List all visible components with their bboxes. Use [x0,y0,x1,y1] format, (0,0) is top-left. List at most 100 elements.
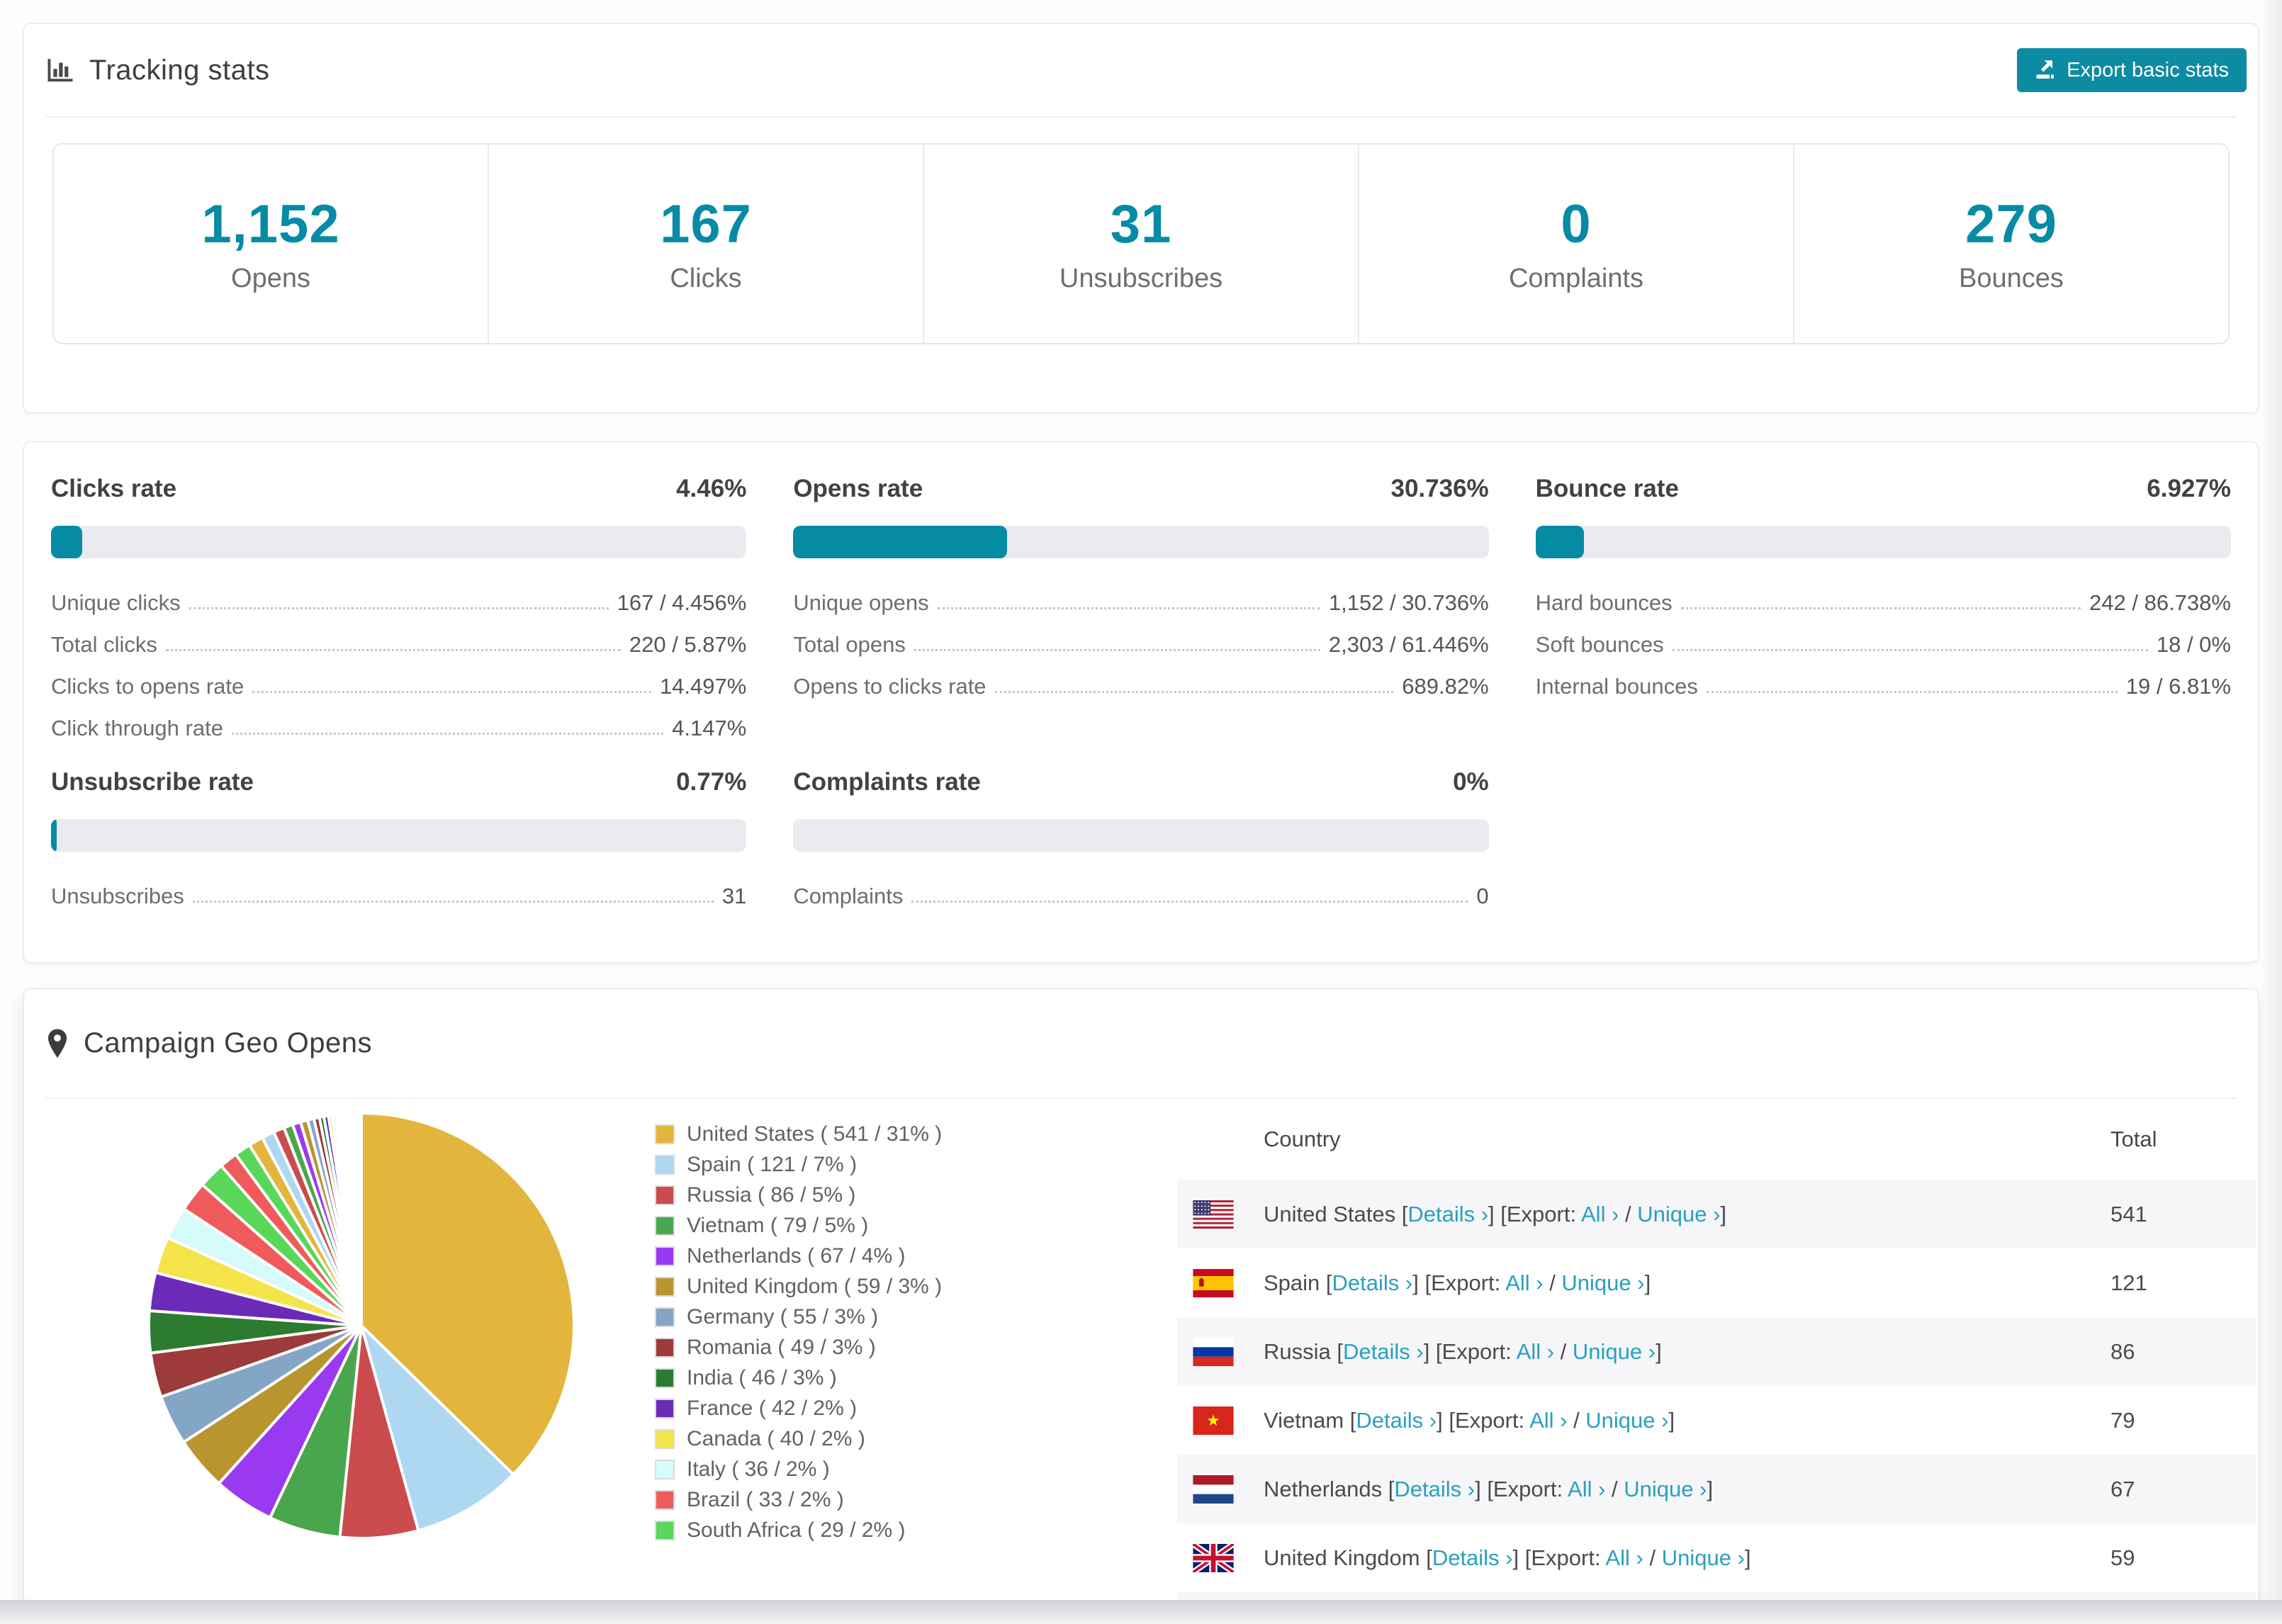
geo-table-rows: United States [Details ›] [Export: All ›… [1177,1180,2256,1604]
geo-table-row: Russia [Details ›] [Export: All › / Uniq… [1177,1317,2256,1386]
legend-item[interactable]: Italy ( 36 / 2% ) [655,1454,942,1484]
export-all-link[interactable]: All › [1605,1545,1643,1570]
geo-opens-pie-chart [147,1111,575,1540]
rate-detail-value: 19 / 6.81% [2125,674,2231,699]
page-bottom-gutter [0,1600,2282,1624]
dotted-leader [994,691,1394,693]
dotted-leader [231,733,664,735]
rate-title: Clicks rate [51,475,177,502]
legend-item[interactable]: Russia ( 86 / 5% ) [655,1180,942,1210]
rate-detail-value: 31 [721,884,747,908]
geo-table-row: United Kingdom [Details ›] [Export: All … [1177,1523,2256,1592]
details-link[interactable]: Details › [1407,1202,1488,1227]
total-column-header: Total [2110,1127,2157,1151]
summary-stat: 167 Clicks [488,145,923,343]
details-link[interactable]: Details › [1356,1408,1437,1433]
rate-detail-value: 220 / 5.87% [629,632,747,657]
legend-item[interactable]: India ( 46 / 3% ) [655,1363,942,1393]
legend-item[interactable]: Brazil ( 33 / 2% ) [655,1484,942,1515]
legend-item[interactable]: United States ( 541 / 31% ) [655,1119,942,1149]
geo-row-total: 121 [2110,1270,2147,1295]
legend-label: United States ( 541 / 31% ) [687,1122,943,1146]
rate-detail-label: Clicks to opens rate [51,674,244,699]
legend-item[interactable]: Germany ( 55 / 3% ) [655,1302,942,1332]
export-all-link[interactable]: All › [1517,1339,1554,1364]
details-link[interactable]: Details › [1332,1270,1413,1295]
export-all-link[interactable]: All › [1581,1202,1619,1227]
details-link[interactable]: Details › [1394,1477,1475,1501]
rate-detail-value: 2,303 / 61.446% [1328,632,1489,657]
export-unique-link[interactable]: Unique › [1561,1270,1644,1295]
rate-detail-line: Soft bounces 18 / 0% [1536,624,2231,666]
legend-label: Russia ( 86 / 5% ) [687,1183,856,1207]
rate-value: 0.77% [676,768,747,796]
summary-stat: 1,152 Opens [54,145,488,343]
tracking-stats-header: Tracking stats Export basic stats [45,24,2247,118]
progress-bar-fill [51,819,57,852]
rate-detail-lines: Unique clicks 167 / 4.456% Total clicks 220… [51,582,746,750]
details-link[interactable]: Details › [1432,1545,1513,1570]
legend-item[interactable]: France ( 42 / 2% ) [655,1393,942,1423]
export-all-link[interactable]: All › [1505,1270,1543,1295]
export-all-link[interactable]: All › [1529,1408,1567,1433]
rate-value: 30.736% [1390,475,1489,502]
legend-item[interactable]: United Kingdom ( 59 / 3% ) [655,1271,942,1302]
rate-detail-line: Complaints 0 [793,876,1488,918]
punctuation: [ [1330,1338,1343,1364]
export-basic-stats-button[interactable]: Export basic stats [2017,48,2247,92]
rate-detail-lines: Complaints 0 [793,876,1488,918]
legend-color-swatch [655,1154,675,1175]
export-unique-link[interactable]: Unique › [1637,1202,1720,1227]
dotted-leader [1706,691,2118,693]
rate-detail-value: 14.497% [659,674,747,699]
rate-detail-value: 0 [1476,884,1489,908]
us-flag-icon [1193,1200,1234,1229]
tracking-stats-card: Tracking stats Export basic stats 1,152 O… [23,23,2259,413]
rate-title-row: Complaints rate 0% [793,768,1488,798]
legend-color-swatch [655,1459,675,1479]
legend-item[interactable]: Canada ( 40 / 2% ) [655,1423,942,1454]
export-icon [2035,60,2056,81]
rate-detail-label: Soft bounces [1535,632,1664,657]
legend-color-swatch [655,1368,675,1388]
punctuation: / [1567,1407,1586,1433]
dotted-leader [252,691,651,693]
rate-detail-line: Total opens 2,303 / 61.446% [793,624,1488,666]
export-unique-link[interactable]: Unique › [1662,1545,1745,1570]
rate-detail-value: 689.82% [1402,674,1489,699]
legend-label: United Kingdom ( 59 / 3% ) [687,1274,943,1298]
export-unique-link[interactable]: Unique › [1585,1408,1668,1433]
export-unique-link[interactable]: Unique › [1624,1477,1707,1501]
legend-item[interactable]: South Africa ( 29 / 2% ) [655,1515,942,1545]
rate-block: Complaints rate 0% Complaints 0 [793,768,1489,918]
summary-stat-value: 0 [1561,194,1592,254]
summary-stat-value: 31 [1110,194,1172,254]
geo-row-text: Spain [Details ›] [Export: All › / Uniqu… [1264,1270,1651,1296]
legend-item[interactable]: Vietnam ( 79 / 5% ) [655,1210,942,1241]
summary-stat: 31 Unsubscribes [923,145,1358,343]
geo-opens-header: Campaign Geo Opens [45,989,2237,1099]
rates-card: Clicks rate 4.46% Unique clicks 167 / 4.456… [23,441,2259,963]
rate-detail-line: Total clicks 220 / 5.87% [51,624,746,666]
rate-value: 4.46% [676,475,747,502]
geo-row-text: Netherlands [Details ›] [Export: All › /… [1264,1477,1713,1502]
dotted-leader [192,901,714,903]
export-all-link[interactable]: All › [1568,1477,1605,1501]
rate-detail-label: Click through rate [51,716,223,740]
country-name: Vietnam [1264,1407,1344,1433]
rate-detail-label: Unsubscribes [51,884,184,908]
export-unique-link[interactable]: Unique › [1573,1339,1656,1364]
rate-detail-line: Unsubscribes 31 [51,876,746,918]
bar-chart-icon [45,55,75,85]
legend-item[interactable]: Netherlands ( 67 / 4% ) [655,1241,942,1271]
dotted-leader [937,607,1320,609]
legend-item[interactable]: Romania ( 49 / 3% ) [655,1332,942,1363]
legend-label: South Africa ( 29 / 2% ) [687,1518,906,1542]
es-flag-icon [1193,1268,1234,1297]
details-link[interactable]: Details › [1343,1339,1424,1364]
legend-item[interactable]: Spain ( 121 / 7% ) [655,1149,942,1180]
punctuation: ] [Export: [1475,1476,1568,1501]
map-pin-icon [45,1028,69,1059]
dotted-leader [1672,649,2148,651]
rate-title: Unsubscribe rate [51,768,254,796]
